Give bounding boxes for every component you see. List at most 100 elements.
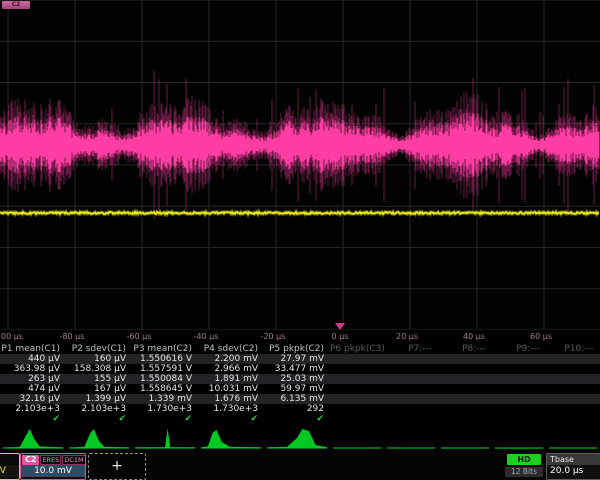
oscilloscope-screen: { "grid": { "label": "C2", "time_axis": …	[0, 0, 600, 480]
measure-value-cell: 1.550616 V	[132, 354, 198, 364]
c2-vertical-scale: 10.0 mV	[21, 465, 85, 477]
measure-value-cell: 32.16 µV	[0, 394, 66, 404]
measure-value-cell	[384, 374, 438, 384]
measure-value-cell: 440 µV	[0, 354, 66, 364]
timebase-value: 20.0 µs	[547, 465, 600, 478]
hd-mode-badge[interactable]: HD	[507, 454, 541, 465]
measure-table: P1 mean(C1)440 µV363.98 µV263 µV474 µV32…	[0, 344, 600, 424]
measure-value-cell	[384, 364, 438, 374]
measure-column: P6 pkpk(C3)	[330, 344, 384, 424]
measure-status-check: ✔	[0, 414, 66, 424]
measure-value-cell: 2.103e+3	[0, 404, 66, 414]
measure-column-header[interactable]: P6 pkpk(C3)	[330, 344, 384, 354]
measure-column-header[interactable]: P2 sdev(C1)	[66, 344, 132, 354]
measure-value-cell: 1.399 µV	[66, 394, 132, 404]
measure-value-cell: 33.477 mV	[264, 364, 330, 374]
measure-value-cell: 263 µV	[0, 374, 66, 384]
measure-column: P9:---	[492, 344, 546, 424]
waveform-svg	[0, 0, 600, 330]
measure-value-cell	[492, 394, 546, 404]
timebase-descriptor[interactable]: Tbase 20.0 µs	[546, 453, 600, 480]
measure-value-cell	[546, 364, 600, 374]
time-tick-label: 60 µs	[530, 332, 552, 341]
measure-column-header[interactable]: P10:---	[546, 344, 600, 354]
measure-value-cell	[438, 404, 492, 414]
measure-value-cell: 2.103e+3	[66, 404, 132, 414]
time-tick-label: -100 µs	[0, 332, 23, 341]
measure-value-cell: 1.557591 V	[132, 364, 198, 374]
channel-descriptor-c1[interactable]: C1 DC1M 10.0 mV	[0, 453, 20, 480]
time-axis: -100 µs-80 µs-60 µs-40 µs-20 µs0 µs20 µs…	[0, 330, 600, 344]
histicon-strip	[0, 424, 600, 452]
c1-vertical-scale: 10.0 mV	[0, 465, 19, 477]
measure-value-cell	[438, 364, 492, 374]
measure-value-cell	[330, 394, 384, 404]
measure-value-cell	[384, 404, 438, 414]
measure-value-cell	[546, 354, 600, 364]
measure-value-cell: 1.676 mV	[198, 394, 264, 404]
measure-column-header[interactable]: P7:---	[384, 344, 438, 354]
measure-value-cell	[438, 384, 492, 394]
histicon[interactable]	[546, 424, 600, 452]
time-tick-label: -20 µs	[261, 332, 286, 341]
measure-value-cell	[384, 354, 438, 364]
histicon[interactable]	[384, 424, 438, 452]
histicon[interactable]	[66, 424, 132, 452]
measure-value-cell: 1.550084 V	[132, 374, 198, 384]
measure-value-cell	[492, 364, 546, 374]
measure-value-cell	[330, 404, 384, 414]
measure-value-cell: 167 µV	[66, 384, 132, 394]
trigger-position-marker[interactable]	[335, 323, 345, 330]
measure-column-header[interactable]: P4 sdev(C2)	[198, 344, 264, 354]
histicon[interactable]	[264, 424, 330, 452]
measure-column-header[interactable]: P8:---	[438, 344, 492, 354]
measure-value-cell: 1.558645 V	[132, 384, 198, 394]
measure-value-cell	[546, 384, 600, 394]
add-trace-button[interactable]: +	[88, 453, 146, 480]
measure-value-cell	[546, 404, 600, 414]
measure-column: P8:---	[438, 344, 492, 424]
measure-value-cell: 363.98 µV	[0, 364, 66, 374]
measure-value-cell	[438, 374, 492, 384]
histicon[interactable]	[198, 424, 264, 452]
measure-value-cell: 1.339 mV	[132, 394, 198, 404]
measure-column-header[interactable]: P5 pkpk(C2)	[264, 344, 330, 354]
measure-status-check	[384, 414, 438, 424]
time-tick-label: 0 µs	[332, 332, 349, 341]
measure-column: P10:---	[546, 344, 600, 424]
measure-column-header[interactable]: P3 mean(C2)	[132, 344, 198, 354]
measure-column-header[interactable]: P1 mean(C1)	[0, 344, 66, 354]
measure-status-check	[492, 414, 546, 424]
measure-value-cell	[330, 384, 384, 394]
measure-value-cell: 474 µV	[0, 384, 66, 394]
channel-descriptor-c2[interactable]: C2 ERES DC1M 10.0 mV	[20, 453, 86, 480]
measure-column: P7:---	[384, 344, 438, 424]
measure-column: P5 pkpk(C2)27.97 mV33.477 mV25.03 mV59.9…	[264, 344, 330, 424]
measure-value-cell: 1.891 mV	[198, 374, 264, 384]
measure-value-cell: 158.308 µV	[66, 364, 132, 374]
measure-value-cell: 160 µV	[66, 354, 132, 364]
measure-value-cell: 6.135 mV	[264, 394, 330, 404]
waveform-grid[interactable]: C2	[0, 0, 600, 330]
timebase-title: Tbase	[547, 454, 600, 465]
measure-column-header[interactable]: P9:---	[492, 344, 546, 354]
histicon[interactable]	[330, 424, 384, 452]
measure-value-cell	[384, 394, 438, 404]
time-tick-label: -40 µs	[194, 332, 219, 341]
measure-column: P2 sdev(C1)160 µV158.308 µV155 µV167 µV1…	[66, 344, 132, 424]
measure-column: P1 mean(C1)440 µV363.98 µV263 µV474 µV32…	[0, 344, 66, 424]
measure-value-cell	[330, 354, 384, 364]
c2-coupling-badge: DC1M	[62, 455, 85, 465]
measure-value-cell: 292	[264, 404, 330, 414]
measure-status-check: ✔	[132, 414, 198, 424]
measure-value-cell	[492, 384, 546, 394]
histicon[interactable]	[492, 424, 546, 452]
measure-value-cell: 59.97 mV	[264, 384, 330, 394]
histicon[interactable]	[438, 424, 492, 452]
histicon[interactable]	[132, 424, 198, 452]
histicon[interactable]	[0, 424, 66, 452]
bottom-toolbar: C1 DC1M 10.0 mV C2 ERES DC1M 10.0 mV + H…	[0, 452, 600, 480]
measure-value-cell: 155 µV	[66, 374, 132, 384]
measure-value-cell	[492, 354, 546, 364]
grid-trace-label[interactable]: C2	[2, 1, 30, 9]
